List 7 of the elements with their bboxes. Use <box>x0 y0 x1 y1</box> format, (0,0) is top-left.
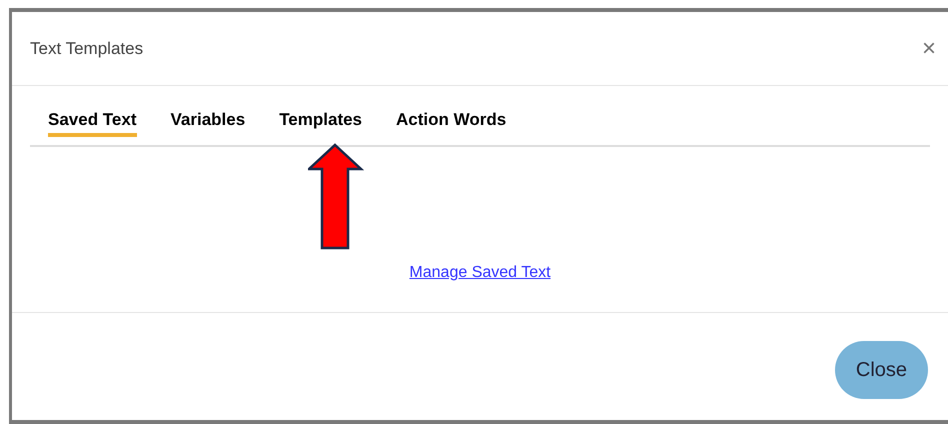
dialog-title: Text Templates <box>30 38 144 60</box>
close-button[interactable]: Close <box>835 340 928 398</box>
manage-saved-text-link[interactable]: Manage Saved Text <box>409 260 551 284</box>
tab[interactable]: Templates <box>279 108 362 137</box>
tab[interactable]: Variables <box>170 108 246 137</box>
tab[interactable]: Saved Text <box>48 108 137 137</box>
tab[interactable]: Action Words <box>396 108 506 137</box>
